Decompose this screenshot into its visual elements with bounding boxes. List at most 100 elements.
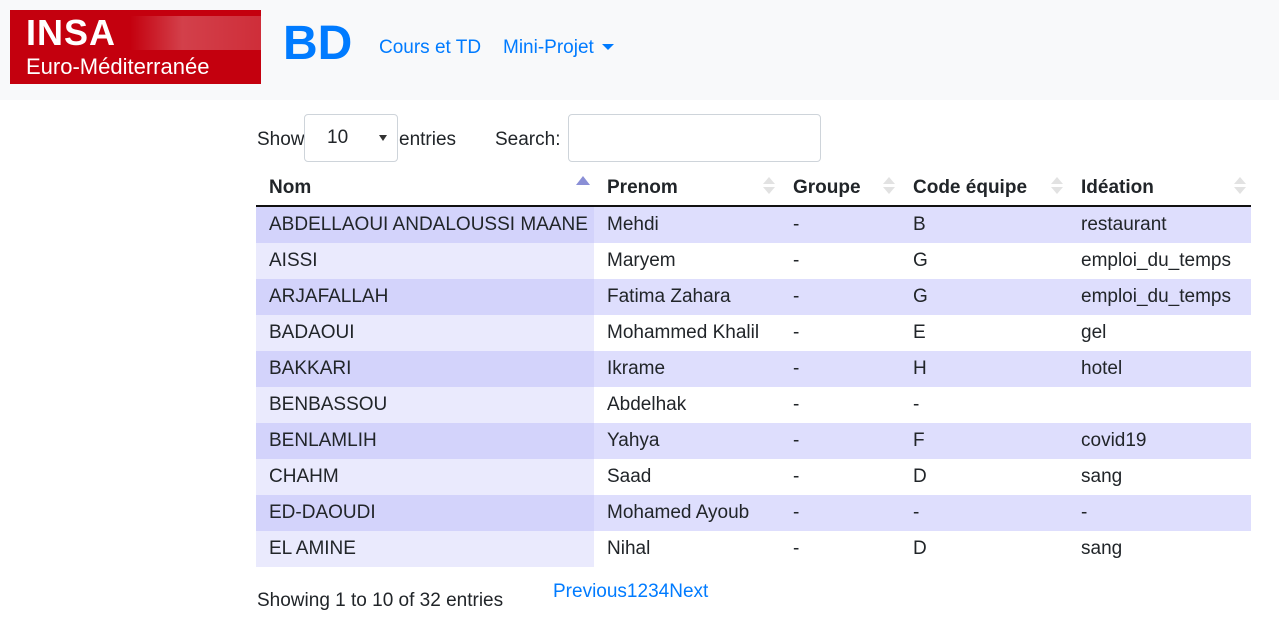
navbar-brand[interactable]: BD [283, 16, 352, 72]
cell-groupe: - [780, 387, 900, 423]
cell-groupe: - [780, 243, 900, 279]
pagination: Previous1234Next [553, 580, 708, 604]
cell-nom: EL AMINE [256, 531, 594, 567]
cell-nom: BENBASSOU [256, 387, 594, 423]
cell-groupe: - [780, 279, 900, 315]
column-header-label: Idéation [1081, 176, 1154, 198]
pagination-page-3[interactable]: 3 [648, 581, 659, 602]
cell-nom: ARJAFALLAH [256, 279, 594, 315]
caret-down-icon [601, 44, 614, 50]
cell-ideation: emploi_du_temps [1068, 243, 1251, 279]
cell-prenom: Yahya [594, 423, 780, 459]
pagination-page-1[interactable]: 1 [627, 581, 638, 602]
cell-ideation: restaurant [1068, 206, 1251, 243]
cell-prenom: Maryem [594, 243, 780, 279]
table-header-row: Nom Prenom Groupe Code équipe Idéation [256, 170, 1251, 207]
column-header-label: Code équipe [913, 176, 1028, 198]
cell-nom: ABDELLAOUI ANDALOUSSI MAANE [256, 206, 594, 243]
entries-length-value: 10 [327, 127, 349, 148]
cell-groupe: - [780, 206, 900, 243]
column-header-ideation[interactable]: Idéation [1068, 170, 1251, 207]
select-arrow-icon [379, 135, 387, 141]
cell-ideation: sang [1068, 459, 1251, 495]
table-row: EL AMINE Nihal - Dsang [256, 531, 1251, 567]
logo-highlight [130, 16, 261, 50]
sort-both-icon [1050, 176, 1063, 194]
table-info: Showing 1 to 10 of 32 entries [257, 590, 504, 611]
table-row: BAKKARI Ikrame - Hhotel [256, 351, 1251, 387]
table-row: ARJAFALLAH Fatima Zahara - Gemploi_du_temps [256, 279, 1251, 315]
cell-nom: ED-DAOUDI [256, 495, 594, 531]
cell-groupe: - [780, 531, 900, 567]
cell-code-equipe: G [900, 243, 1068, 279]
table-row: BENLAMLIH Yahya - Fcovid19 [256, 423, 1251, 459]
cell-ideation: gel [1068, 315, 1251, 351]
cell-code-equipe: E [900, 315, 1068, 351]
insa-logo[interactable]: INSA Euro-Méditerranée [10, 10, 261, 84]
sort-both-icon [762, 176, 775, 194]
cell-groupe: - [780, 351, 900, 387]
column-header-label: Groupe [793, 176, 861, 198]
navbar: INSA Euro-Méditerranée BD Cours et TD Mi… [0, 0, 1279, 100]
cell-prenom: Mohammed Khalil [594, 315, 780, 351]
search-label: Search: [495, 129, 561, 150]
sort-ascending-icon [576, 176, 590, 194]
nav-link-cours-td[interactable]: Cours et TD [379, 36, 481, 60]
cell-prenom: Fatima Zahara [594, 279, 780, 315]
column-header-label: Nom [269, 176, 312, 198]
students-table: Nom Prenom Groupe Code équipe Idéation A… [256, 170, 1251, 567]
column-header-label: Prenom [607, 176, 678, 198]
cell-code-equipe: D [900, 531, 1068, 567]
pagination-previous[interactable]: Previous [553, 581, 627, 602]
cell-code-equipe: F [900, 423, 1068, 459]
length-entries-label: entries [399, 129, 457, 150]
pagination-page-2[interactable]: 2 [638, 581, 649, 602]
sort-both-icon [882, 176, 895, 194]
cell-nom: CHAHM [256, 459, 594, 495]
pagination-next[interactable]: Next [669, 581, 708, 602]
cell-groupe: - [780, 315, 900, 351]
cell-code-equipe: G [900, 279, 1068, 315]
length-show-label: Show [257, 129, 305, 150]
column-header-prenom[interactable]: Prenom [594, 170, 780, 207]
table-row: ED-DAOUDI Mohamed Ayoub - - - [256, 495, 1251, 531]
cell-ideation [1068, 387, 1251, 423]
column-header-groupe[interactable]: Groupe [780, 170, 900, 207]
cell-ideation: covid19 [1068, 423, 1251, 459]
cell-nom: BAKKARI [256, 351, 594, 387]
search-input[interactable] [568, 114, 821, 162]
cell-prenom: Abdelhak [594, 387, 780, 423]
cell-prenom: Mohamed Ayoub [594, 495, 780, 531]
logo-subtitle: Euro-Méditerranée [26, 54, 210, 79]
table-row: AISSI Maryem - Gemploi_du_temps [256, 243, 1251, 279]
logo-title: INSA [26, 12, 117, 53]
cell-code-equipe: - [900, 495, 1068, 531]
cell-nom: BENLAMLIH [256, 423, 594, 459]
cell-prenom: Mehdi [594, 206, 780, 243]
cell-groupe: - [780, 495, 900, 531]
sort-both-icon [1233, 176, 1246, 194]
cell-code-equipe: - [900, 387, 1068, 423]
cell-ideation: sang [1068, 531, 1251, 567]
cell-code-equipe: D [900, 459, 1068, 495]
table-row: CHAHM Saad - Dsang [256, 459, 1251, 495]
table-row: BADAOUI Mohammed Khalil - Egel [256, 315, 1251, 351]
pagination-page-4[interactable]: 4 [659, 581, 670, 602]
nav-dropdown-label: Mini-Projet [503, 37, 594, 58]
table-body: ABDELLAOUI ANDALOUSSI MAANE Mehdi - Brestau… [256, 206, 1251, 567]
cell-nom: AISSI [256, 243, 594, 279]
cell-ideation: emploi_du_temps [1068, 279, 1251, 315]
cell-groupe: - [780, 423, 900, 459]
cell-prenom: Nihal [594, 531, 780, 567]
cell-code-equipe: H [900, 351, 1068, 387]
column-header-code-equipe[interactable]: Code équipe [900, 170, 1068, 207]
entries-length-select[interactable]: 10 [304, 114, 398, 162]
cell-ideation: hotel [1068, 351, 1251, 387]
column-header-nom[interactable]: Nom [256, 170, 594, 207]
cell-groupe: - [780, 459, 900, 495]
nav-dropdown-mini-projet[interactable]: Mini-Projet [503, 36, 614, 60]
cell-prenom: Saad [594, 459, 780, 495]
cell-ideation: - [1068, 495, 1251, 531]
cell-nom: BADAOUI [256, 315, 594, 351]
table-row: BENBASSOU Abdelhak - - [256, 387, 1251, 423]
